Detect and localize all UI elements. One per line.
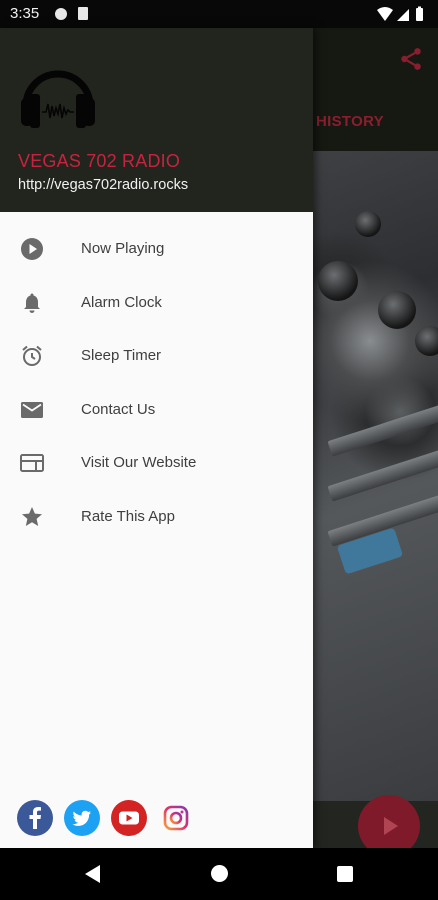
mail-icon bbox=[21, 401, 43, 418]
social-links bbox=[17, 800, 217, 836]
system-navigation-bar bbox=[0, 848, 438, 900]
headphones-icon bbox=[21, 70, 95, 128]
menu-item-label: Sleep Timer bbox=[81, 347, 162, 364]
home-icon[interactable] bbox=[211, 865, 228, 882]
menu-item-visit-website[interactable]: Visit Our Website bbox=[0, 437, 313, 491]
back-icon[interactable] bbox=[85, 865, 100, 883]
navigation-drawer: VEGAS 702 RADIO http://vegas702radio.roc… bbox=[0, 28, 313, 848]
menu-item-now-playing[interactable]: Now Playing bbox=[0, 223, 313, 277]
tab-history[interactable]: HISTORY bbox=[316, 113, 384, 130]
menu-item-contact-us[interactable]: Contact Us bbox=[0, 384, 313, 438]
facebook-icon[interactable] bbox=[17, 800, 53, 836]
menu-item-rate-app[interactable]: Rate This App bbox=[0, 491, 313, 545]
station-url[interactable]: http://vegas702radio.rocks bbox=[18, 177, 188, 193]
menu-item-alarm-clock[interactable]: Alarm Clock bbox=[0, 277, 313, 331]
play-circle-icon bbox=[21, 238, 43, 260]
drawer-header: VEGAS 702 RADIO http://vegas702radio.roc… bbox=[0, 28, 313, 212]
menu-item-label: Contact Us bbox=[81, 400, 156, 418]
status-icons bbox=[377, 6, 423, 21]
menu-item-label: Visit Our Website bbox=[81, 454, 197, 471]
star-icon bbox=[22, 506, 42, 526]
share-icon[interactable] bbox=[398, 46, 424, 72]
instagram-icon[interactable] bbox=[158, 800, 194, 836]
sd-card-icon bbox=[78, 7, 88, 20]
recent-apps-icon[interactable] bbox=[337, 866, 353, 882]
web-icon bbox=[20, 454, 44, 472]
youtube-icon[interactable] bbox=[111, 800, 147, 836]
menu-item-label: Rate This App bbox=[81, 507, 175, 525]
wifi-icon bbox=[377, 7, 393, 21]
notification-icon bbox=[55, 8, 67, 20]
menu-item-label: Alarm Clock bbox=[81, 293, 162, 311]
twitter-icon[interactable] bbox=[64, 800, 100, 836]
signal-icon bbox=[397, 9, 409, 21]
drawer-menu: Now Playing Alarm Clock Sleep Timer Cont… bbox=[0, 223, 313, 544]
station-name: VEGAS 702 RADIO bbox=[18, 151, 181, 171]
play-fab-button[interactable] bbox=[358, 795, 420, 848]
alarm-clock-icon bbox=[22, 345, 42, 366]
status-bar: 3:35 bbox=[0, 0, 438, 28]
menu-item-label: Now Playing bbox=[81, 240, 165, 257]
status-time: 3:35 bbox=[10, 5, 40, 22]
play-icon bbox=[384, 817, 398, 835]
bell-icon bbox=[24, 293, 40, 313]
menu-item-sleep-timer[interactable]: Sleep Timer bbox=[0, 330, 313, 384]
battery-icon bbox=[416, 8, 423, 21]
